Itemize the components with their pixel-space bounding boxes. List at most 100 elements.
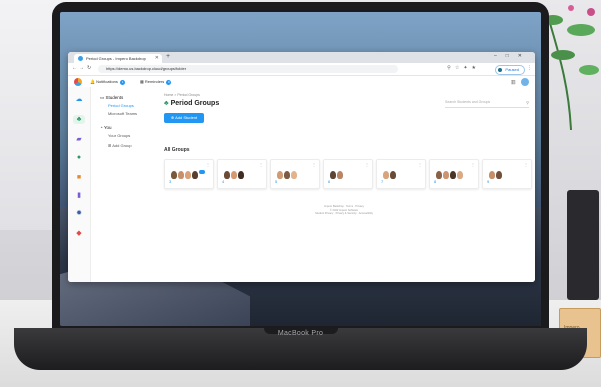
main-content: Home > Period Groups ♣ Period Groups Sear…	[164, 87, 535, 282]
group-card[interactable]: ⋮ 9	[482, 159, 532, 189]
card-menu-icon[interactable]: ⋮	[365, 162, 369, 167]
chat-badge-icon	[199, 170, 205, 174]
gear-icon[interactable]: ✹	[73, 209, 85, 218]
section-title: All Groups	[164, 147, 190, 153]
add-student-button[interactable]: ⊕ Add Student	[164, 113, 204, 123]
forward-icon[interactable]: →	[79, 65, 84, 71]
add-student-label: Add Student	[175, 115, 198, 120]
close-tab-icon[interactable]: ✕	[155, 54, 159, 63]
footer-line-3[interactable]: Student Privacy · Privacy & Security · A…	[264, 212, 424, 216]
student-avatar	[290, 170, 298, 180]
card-menu-icon[interactable]: ⋮	[418, 162, 422, 167]
app-logo[interactable]	[74, 78, 82, 86]
group-card[interactable]: ⋮ 8	[429, 159, 479, 189]
back-icon[interactable]: ←	[72, 65, 77, 71]
notifications-link[interactable]: 🔔 Notifications 1	[90, 79, 126, 85]
group-label: 4	[222, 179, 225, 184]
you-heading: ◔ You	[100, 125, 112, 130]
breadcrumb[interactable]: Home > Period Groups	[164, 93, 200, 97]
subnav-your-groups[interactable]: Your Groups	[108, 133, 130, 138]
students-heading-label: Students	[105, 95, 124, 100]
tab-title: Period Groups - Impero Backdrop	[86, 56, 146, 61]
chat-icon[interactable]: ▰	[73, 135, 85, 144]
card-menu-icon[interactable]: ⋮	[206, 162, 210, 167]
search-input[interactable]: Search Students and Groups ⚲	[445, 100, 529, 108]
student-avatar	[336, 170, 344, 180]
group-cards: ⋮ 3 ⋮ 4 ⋮ 5 ⋮ 6 ⋮ 7 ⋮ 8 ⋮ 9	[164, 159, 535, 189]
browser-menu-icon[interactable]: ⋮	[527, 65, 532, 71]
card-menu-icon[interactable]: ⋮	[471, 162, 475, 167]
calendar-icon: ▦	[140, 79, 144, 84]
group-faces	[329, 167, 344, 180]
search-placeholder: Search Students and Groups	[445, 100, 491, 104]
group-label: 9	[487, 179, 490, 184]
card-menu-icon[interactable]: ⋮	[312, 162, 316, 167]
group-label: 8	[434, 179, 437, 184]
student-avatar	[191, 170, 199, 180]
group-label: 3	[169, 179, 172, 184]
student-avatar	[495, 170, 503, 180]
chart-icon[interactable]: ▮	[73, 191, 85, 200]
page-title: ♣ Period Groups	[164, 100, 219, 107]
card-menu-icon[interactable]: ⋮	[259, 162, 263, 167]
subnav-microsoft-teams[interactable]: Microsoft Teams	[108, 111, 137, 116]
reload-icon[interactable]: ↻	[87, 65, 91, 71]
sub-navigation: ▭ Students Period Groups Microsoft Teams…	[94, 87, 160, 282]
address-bar: ← → ↻ https://demo.us.backdrop.cloud/gro…	[68, 63, 535, 76]
you-heading-label: You	[103, 125, 112, 130]
add-group-label: Add Group	[112, 143, 132, 148]
group-faces	[276, 167, 298, 180]
url-field[interactable]: https://demo.us.backdrop.cloud/groups/fo…	[98, 65, 398, 73]
group-faces	[488, 167, 503, 180]
notifications-label: Notifications	[96, 79, 118, 84]
laptop-screen: Period Groups - Impero Backdrop ✕ + –□✕ …	[60, 12, 541, 326]
favicon-icon	[78, 56, 83, 61]
people-icon[interactable]: ●	[73, 153, 85, 162]
header-right: ▥	[511, 78, 529, 86]
group-card[interactable]: ⋮ 5	[270, 159, 320, 189]
group-icon: ♣	[164, 100, 169, 107]
page-footer: Impero Backdrop · Terms · Privacy © 2022…	[264, 205, 424, 216]
cloud-icon[interactable]: ☁	[73, 95, 85, 104]
tree-icon[interactable]: ♣	[73, 115, 85, 124]
book-icon[interactable]: ▥	[511, 79, 516, 85]
icon-rail: ☁ ♣ ▰ ● ■ ▮ ✹ ◆	[68, 87, 91, 282]
group-faces	[223, 167, 245, 180]
group-card[interactable]: ⋮ 7	[376, 159, 426, 189]
subnav-add-group[interactable]: ⊞ Add Group	[108, 143, 132, 148]
app-body: ☁ ♣ ▰ ● ■ ▮ ✹ ◆ ▭ Students Period Groups…	[68, 87, 535, 282]
group-faces	[435, 167, 464, 180]
reminders-label: Reminders	[144, 79, 165, 84]
group-faces	[170, 167, 199, 180]
tag-icon[interactable]: ◆	[73, 229, 85, 238]
search-icon[interactable]: ⚲	[526, 100, 529, 105]
tab-strip: Period Groups - Impero Backdrop ✕ + –□✕	[68, 52, 535, 63]
new-tab-icon[interactable]: +	[166, 53, 170, 60]
plant-icon	[543, 5, 599, 130]
group-label: 5	[275, 179, 278, 184]
students-heading: ▭ Students	[100, 95, 124, 100]
browser-window: Period Groups - Impero Backdrop ✕ + –□✕ …	[68, 52, 535, 282]
card-menu-icon[interactable]: ⋮	[524, 162, 528, 167]
browser-tab[interactable]: Period Groups - Impero Backdrop ✕	[74, 54, 162, 63]
group-card[interactable]: ⋮ 4	[217, 159, 267, 189]
group-card[interactable]: ⋮ 3	[164, 159, 214, 189]
folder-icon[interactable]: ■	[73, 173, 85, 182]
subnav-period-groups[interactable]: Period Groups	[108, 103, 134, 108]
group-card[interactable]: ⋮ 6	[323, 159, 373, 189]
group-label: 6	[328, 179, 331, 184]
window-controls[interactable]: –□✕	[494, 53, 531, 59]
reminders-badge: 0	[166, 80, 172, 85]
profile-status-button[interactable]: Paused	[495, 65, 525, 75]
student-avatar	[389, 170, 397, 180]
group-faces	[382, 167, 397, 180]
bell-icon: 🔔	[90, 79, 95, 84]
reminders-link[interactable]: ▦ Reminders 0	[140, 79, 172, 85]
page-title-text: Period Groups	[170, 100, 220, 107]
student-avatar	[456, 170, 464, 180]
notifications-badge: 1	[120, 80, 126, 85]
student-avatar	[237, 170, 245, 180]
user-avatar[interactable]	[521, 78, 529, 86]
extension-icons[interactable]: ⚲☆✦★	[447, 65, 480, 71]
device-label: MacBook Pro	[277, 330, 324, 337]
